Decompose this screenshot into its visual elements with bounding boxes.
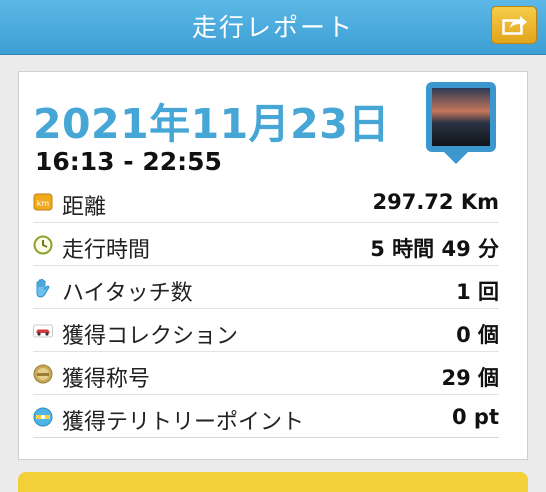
hand-icon	[36, 278, 50, 298]
photo-thumbnail[interactable]	[426, 82, 496, 152]
medal-icon	[33, 364, 53, 384]
stat-value: 0 pt	[452, 405, 499, 429]
stat-label: 距離	[62, 195, 107, 220]
photo-image	[432, 88, 490, 146]
stat-label: 走行時間	[62, 238, 151, 263]
bottom-action-bar[interactable]	[18, 472, 528, 492]
stat-value: 5 時間 49 分	[370, 237, 499, 261]
clock-icon	[33, 235, 53, 255]
svg-text:km: km	[37, 199, 50, 208]
stat-row-collection: 獲得コレクション 0 個	[33, 309, 499, 352]
share-icon	[502, 16, 527, 35]
stat-value: 0 個	[456, 323, 499, 347]
stat-value: 297.72 Km	[372, 190, 499, 214]
stat-label: 獲得テリトリーポイント	[62, 410, 305, 435]
stat-label: 獲得コレクション	[62, 324, 239, 349]
photo-pointer	[444, 152, 468, 164]
spot-icon	[33, 407, 53, 427]
stat-value: 1 回	[456, 280, 499, 304]
report-card: 2021年11月23日 16:13 - 22:55 km 距離 297.72 K…	[18, 71, 528, 460]
km-icon: km	[33, 193, 53, 211]
stat-value: 29 個	[441, 366, 499, 390]
stat-row-hightouch: ハイタッチ数 1 回	[33, 266, 499, 309]
stat-row-territory: 獲得テリトリーポイント 0 pt	[33, 395, 499, 438]
stat-label: ハイタッチ数	[62, 281, 193, 306]
stat-label: 獲得称号	[62, 367, 151, 392]
report-date: 2021年11月23日	[33, 100, 390, 148]
title-bar: 走行レポート	[0, 0, 546, 55]
car-icon	[33, 324, 53, 338]
stat-row-drive-time: 走行時間 5 時間 49 分	[33, 223, 499, 266]
page-title: 走行レポート	[191, 13, 354, 42]
stat-row-distance: km 距離 297.72 Km	[33, 180, 499, 223]
share-button[interactable]	[491, 6, 537, 44]
stat-row-titles: 獲得称号 29 個	[33, 352, 499, 395]
stats-list: km 距離 297.72 Km 走行時間 5 時間 49 分 ハイタッチ数 1 …	[33, 180, 499, 438]
report-time-range: 16:13 - 22:55	[35, 147, 222, 176]
